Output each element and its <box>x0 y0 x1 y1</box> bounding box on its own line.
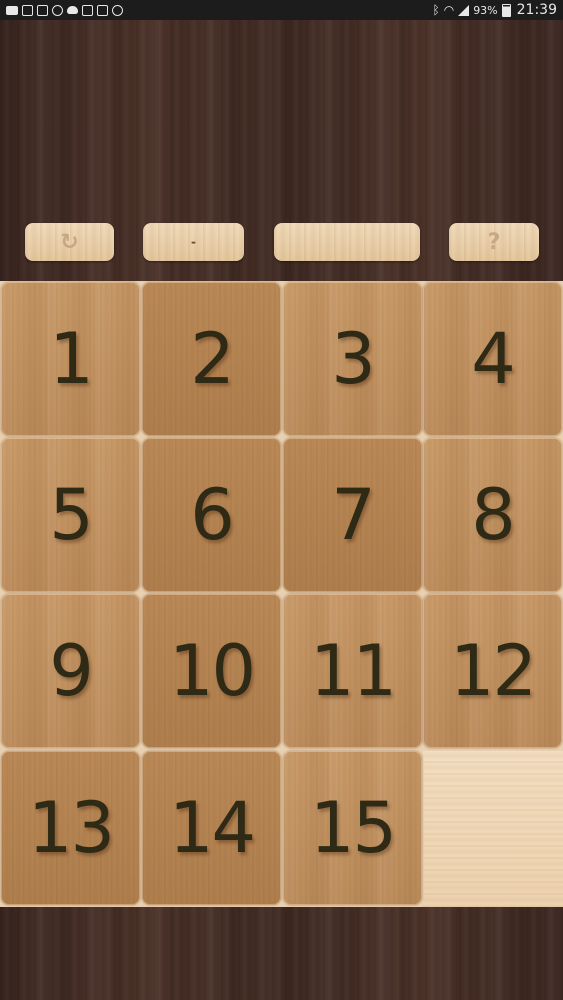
tile-8[interactable]: 8 <box>423 438 562 592</box>
tile-7[interactable]: 7 <box>283 438 422 592</box>
tile-number: 2 <box>190 318 235 400</box>
tile-number: 3 <box>331 318 376 400</box>
status-bar: ᛒ ◠ 93% 21:39 <box>0 0 563 20</box>
timer-button[interactable] <box>274 223 420 261</box>
moves-counter: - <box>191 235 196 249</box>
tile-4[interactable]: 4 <box>423 282 562 436</box>
system-icons: ᛒ ◠ 93% 21:39 <box>433 2 558 18</box>
gmail-icon <box>97 4 108 16</box>
tile-number: 5 <box>49 474 94 556</box>
restart-button[interactable]: ↻ <box>25 223 114 261</box>
tile-6[interactable]: 6 <box>142 438 281 592</box>
checkmark-icon <box>112 4 123 16</box>
phone-icon <box>22 4 33 16</box>
empty-slot <box>423 751 563 907</box>
tile-number: 13 <box>27 787 115 869</box>
sync-icon <box>52 4 63 16</box>
tile-15[interactable]: 15 <box>283 751 422 905</box>
cloud-icon <box>67 6 78 14</box>
help-icon: ? <box>487 229 501 255</box>
tile-number: 7 <box>331 474 376 556</box>
tile-1[interactable]: 1 <box>1 282 140 436</box>
tile-11[interactable]: 11 <box>283 594 422 748</box>
tile-number: 15 <box>309 787 397 869</box>
tile-10[interactable]: 10 <box>142 594 281 748</box>
puzzle-board: 1 2 3 4 5 6 7 8 9 10 11 12 13 14 15 <box>0 281 563 907</box>
tile-12[interactable]: 12 <box>423 594 562 748</box>
restart-icon: ↻ <box>60 229 79 255</box>
battery-percent: 93% <box>473 3 498 17</box>
youtube-icon <box>6 5 18 15</box>
document-icon <box>37 4 48 16</box>
tile-number: 8 <box>471 474 516 556</box>
tile-number: 10 <box>168 630 256 712</box>
wifi-icon: ◠ <box>443 3 455 17</box>
tile-9[interactable]: 9 <box>1 594 140 748</box>
battery-icon <box>501 3 511 17</box>
signal-icon <box>458 4 470 16</box>
tile-13[interactable]: 13 <box>1 751 140 905</box>
tile-number: 14 <box>168 787 256 869</box>
tile-number: 6 <box>190 474 235 556</box>
tile-3[interactable]: 3 <box>283 282 422 436</box>
tile-number: 4 <box>471 318 516 400</box>
tile-number: 1 <box>49 318 94 400</box>
game-toolbar: ↻ - ? <box>0 223 563 263</box>
moves-counter-button[interactable]: - <box>143 223 244 261</box>
tile-number: 9 <box>49 630 94 712</box>
help-button[interactable]: ? <box>449 223 539 261</box>
tile-number: 11 <box>309 630 397 712</box>
notification-icons <box>6 4 123 16</box>
calendar-icon <box>82 4 93 16</box>
tile-number: 12 <box>449 630 537 712</box>
tile-2[interactable]: 2 <box>142 282 281 436</box>
clock: 21:39 <box>516 2 557 18</box>
tile-5[interactable]: 5 <box>1 438 140 592</box>
bluetooth-icon: ᛒ <box>432 3 440 17</box>
tile-14[interactable]: 14 <box>142 751 281 905</box>
